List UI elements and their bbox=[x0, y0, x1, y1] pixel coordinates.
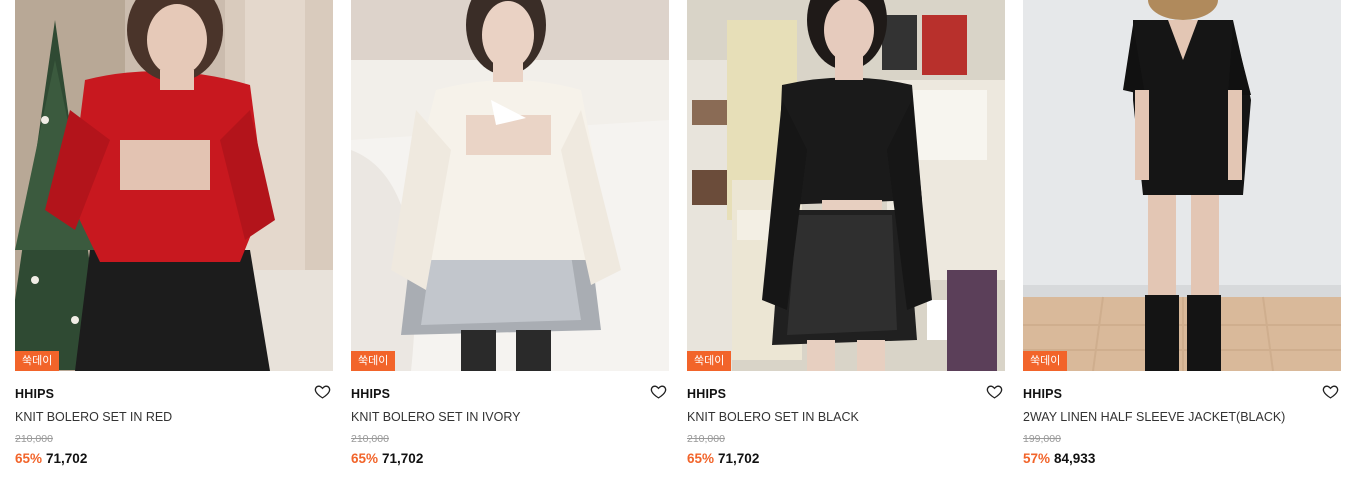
product-card[interactable]: 쑥데이 HHIPS KNIT BOLERO SET IN RED 210,000… bbox=[15, 0, 333, 468]
heart-outline-icon[interactable] bbox=[1322, 383, 1339, 400]
product-image[interactable]: 쑥데이 bbox=[15, 0, 333, 371]
heart-outline-icon[interactable] bbox=[314, 383, 331, 400]
promo-badge: 쑥데이 bbox=[687, 351, 732, 371]
product-name[interactable]: KNIT BOLERO SET IN RED bbox=[15, 409, 333, 425]
product-image[interactable]: 쑥데이 bbox=[687, 0, 1005, 371]
product-image[interactable]: 쑥데이 bbox=[1023, 0, 1341, 371]
price-line: 65% 71,702 bbox=[687, 450, 1005, 468]
discount-rate: 65% bbox=[687, 451, 715, 466]
product-info: HHIPS 2WAY LINEN HALF SLEEVE JACKET(BLAC… bbox=[1023, 371, 1341, 468]
product-info: HHIPS KNIT BOLERO SET IN BLACK 210,000 6… bbox=[687, 371, 1005, 468]
product-name[interactable]: KNIT BOLERO SET IN IVORY bbox=[351, 409, 669, 425]
promo-badge: 쑥데이 bbox=[1023, 351, 1068, 371]
brand-name[interactable]: HHIPS bbox=[351, 386, 669, 402]
original-price: 210,000 bbox=[687, 433, 725, 445]
discount-rate: 65% bbox=[15, 451, 43, 466]
promo-badge: 쑥데이 bbox=[351, 351, 396, 371]
product-info: HHIPS KNIT BOLERO SET IN IVORY 210,000 6… bbox=[351, 371, 669, 468]
product-info: HHIPS KNIT BOLERO SET IN RED 210,000 65%… bbox=[15, 371, 333, 468]
product-card[interactable]: 쑥데이 HHIPS 2WAY LINEN HALF SLEEVE JACKET(… bbox=[1023, 0, 1341, 468]
product-card[interactable]: 쑥데이 HHIPS KNIT BOLERO SET IN BLACK 210,0… bbox=[687, 0, 1005, 468]
discount-rate: 57% bbox=[1023, 451, 1051, 466]
original-price: 210,000 bbox=[15, 433, 53, 445]
promo-badge: 쑥데이 bbox=[15, 351, 60, 371]
price-line: 65% 71,702 bbox=[15, 450, 333, 468]
brand-name[interactable]: HHIPS bbox=[687, 386, 1005, 402]
price-line: 57% 84,933 bbox=[1023, 450, 1341, 468]
original-price: 210,000 bbox=[351, 433, 389, 445]
discount-rate: 65% bbox=[351, 451, 379, 466]
sale-price: 71,702 bbox=[46, 451, 88, 466]
price-line: 65% 71,702 bbox=[351, 450, 669, 468]
product-grid: 쑥데이 HHIPS KNIT BOLERO SET IN RED 210,000… bbox=[15, 0, 1341, 468]
product-card[interactable]: 쑥데이 HHIPS KNIT BOLERO SET IN IVORY 210,0… bbox=[351, 0, 669, 468]
product-image[interactable]: 쑥데이 bbox=[351, 0, 669, 371]
heart-outline-icon[interactable] bbox=[986, 383, 1003, 400]
sale-price: 71,702 bbox=[718, 451, 760, 466]
original-price: 199,000 bbox=[1023, 433, 1061, 445]
product-name[interactable]: 2WAY LINEN HALF SLEEVE JACKET(BLACK) bbox=[1023, 409, 1341, 425]
sale-price: 84,933 bbox=[1054, 451, 1096, 466]
sale-price: 71,702 bbox=[382, 451, 424, 466]
heart-outline-icon[interactable] bbox=[650, 383, 667, 400]
brand-name[interactable]: HHIPS bbox=[1023, 386, 1341, 402]
brand-name[interactable]: HHIPS bbox=[15, 386, 333, 402]
product-name[interactable]: KNIT BOLERO SET IN BLACK bbox=[687, 409, 1005, 425]
